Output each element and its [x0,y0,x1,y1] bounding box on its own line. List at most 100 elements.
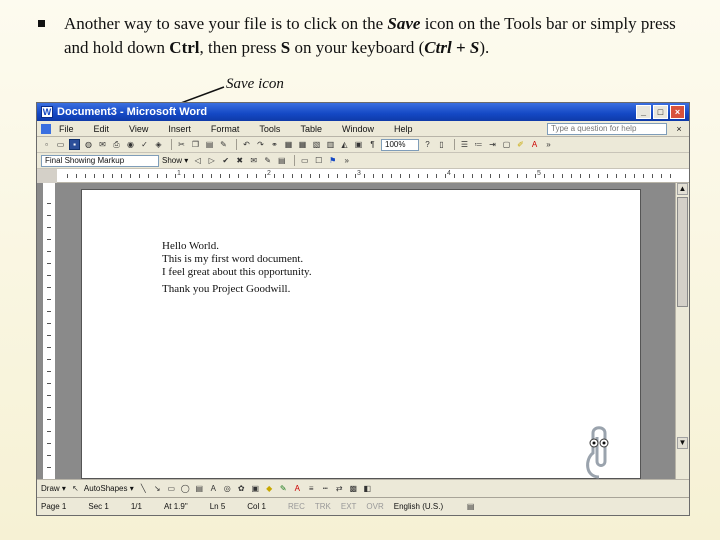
vertical-scrollbar[interactable]: ▲ ▼ [675,183,689,479]
fill-color-icon[interactable]: ◆ [264,483,275,494]
checkbox-icon[interactable]: ☐ [313,155,324,166]
border-icon[interactable]: ▢ [501,139,512,150]
select-objects-icon[interactable]: ↖ [70,483,81,494]
picture-icon[interactable]: ▣ [250,483,261,494]
wordart-icon[interactable]: A [208,483,219,494]
research-icon[interactable]: ◈ [153,139,164,150]
ruler-number: 1 [177,170,181,177]
3d-icon[interactable]: ◧ [362,483,373,494]
document-map-icon[interactable]: ▣ [353,139,364,150]
status-rec[interactable]: REC [288,502,305,511]
open-folder-icon[interactable]: ▭ [55,139,66,150]
show-menu-button[interactable]: Show ▾ [162,156,188,165]
markup-select[interactable]: Final Showing Markup [41,154,159,167]
window-icon[interactable]: ▭ [299,155,310,166]
help-icon[interactable]: ? [422,139,433,150]
highlight-icon[interactable]: ✐ [515,139,526,150]
menu-window[interactable]: Window [342,124,374,134]
bullets-icon[interactable]: ≔ [473,139,484,150]
save-icon-caption: Save icon [226,76,284,92]
spelling-icon[interactable]: ✓ [139,139,150,150]
textbox-icon[interactable]: ▤ [194,483,205,494]
ruler-ticks [47,203,51,469]
hyperlink-icon[interactable]: ⚭ [269,139,280,150]
toolbar-separator [454,139,455,150]
flag-icon[interactable]: ⚑ [327,155,338,166]
arrow-style-icon[interactable]: ⇄ [334,483,345,494]
cut-icon[interactable]: ✂ [176,139,187,150]
insert-comment-icon[interactable]: ✉ [248,155,259,166]
paste-icon[interactable]: ▤ [204,139,215,150]
maximize-button[interactable]: □ [653,105,668,119]
menu-format[interactable]: Format [211,124,240,134]
print-icon[interactable]: ⎙ [111,139,122,150]
ruler-number: 5 [537,170,541,177]
menu-bar: File Edit View Insert Format Tools Table… [37,121,689,137]
columns-icon[interactable]: ▥ [325,139,336,150]
toolbar-options-icon[interactable]: » [543,139,554,150]
status-trk[interactable]: TRK [315,502,331,511]
font-color-icon[interactable]: A [292,483,303,494]
status-page: Page 1 [41,502,67,511]
indent-icon[interactable]: ⇥ [487,139,498,150]
scroll-thumb[interactable] [677,197,688,307]
next-change-icon[interactable]: ▷ [206,155,217,166]
line-icon[interactable]: ╲ [138,483,149,494]
close-button[interactable]: × [670,105,685,119]
menu-help[interactable]: Help [394,124,413,134]
font-color-icon[interactable]: A [529,139,540,150]
insert-table-icon[interactable]: ▦ [297,139,308,150]
menu-tools[interactable]: Tools [259,124,280,134]
tables-borders-icon[interactable]: ▦ [283,139,294,150]
reject-change-icon[interactable]: ✖ [234,155,245,166]
document-page[interactable]: Hello World. This is my first word docum… [81,189,641,479]
previous-change-icon[interactable]: ◁ [192,155,203,166]
show-hide-icon[interactable]: ¶ [367,139,378,150]
clipart-icon[interactable]: ✿ [236,483,247,494]
scroll-up-icon[interactable]: ▲ [677,183,688,195]
email-icon[interactable]: ✉ [97,139,108,150]
word-window: W Document3 - Microsoft Word _ □ × File … [36,102,690,516]
dash-style-icon[interactable]: ┅ [320,483,331,494]
new-document-icon[interactable]: ▫ [41,139,52,150]
reviewing-pane-icon[interactable]: ▤ [276,155,287,166]
save-icon[interactable]: ▪ [69,139,80,150]
menu-table[interactable]: Table [300,124,322,134]
menu-view[interactable]: View [129,124,148,134]
read-icon[interactable]: ▯ [436,139,447,150]
format-painter-icon[interactable]: ✎ [218,139,229,150]
spelling-status-icon[interactable]: ▤ [465,501,476,512]
zoom-select[interactable]: 100% [381,138,419,151]
undo-icon[interactable]: ↶ [241,139,252,150]
menu-file[interactable]: File [59,124,74,134]
office-assistant-icon[interactable] [579,423,619,479]
document-text[interactable]: Hello World. This is my first word docum… [162,240,312,296]
help-search-input[interactable]: Type a question for help [547,122,667,135]
rectangle-icon[interactable]: ▭ [166,483,177,494]
line-style-icon[interactable]: ≡ [306,483,317,494]
accept-change-icon[interactable]: ✔ [220,155,231,166]
redo-icon[interactable]: ↷ [255,139,266,150]
status-ovr[interactable]: OVR [366,502,383,511]
copy-icon[interactable]: ❐ [190,139,201,150]
scroll-down-icon[interactable]: ▼ [677,437,688,449]
minimize-button[interactable]: _ [636,105,651,119]
close-document-icon[interactable]: × [673,124,685,134]
drawing-icon[interactable]: ◭ [339,139,350,150]
diagram-icon[interactable]: ◎ [222,483,233,494]
print-preview-icon[interactable]: ◉ [125,139,136,150]
shadow-icon[interactable]: ▩ [348,483,359,494]
autoshapes-menu-button[interactable]: AutoShapes ▾ [84,484,134,493]
permission-icon[interactable]: ◍ [83,139,94,150]
track-changes-icon[interactable]: ✎ [262,155,273,166]
menu-insert[interactable]: Insert [168,124,191,134]
toolbar-options-icon[interactable]: » [341,155,352,166]
draw-menu-button[interactable]: Draw ▾ [41,484,66,493]
menu-edit[interactable]: Edit [94,124,110,134]
align-left-icon[interactable]: ☰ [459,139,470,150]
insert-excel-icon[interactable]: ▧ [311,139,322,150]
line-color-icon[interactable]: ✎ [278,483,289,494]
arrow-icon[interactable]: ↘ [152,483,163,494]
status-ext[interactable]: EXT [341,502,357,511]
oval-icon[interactable]: ◯ [180,483,191,494]
